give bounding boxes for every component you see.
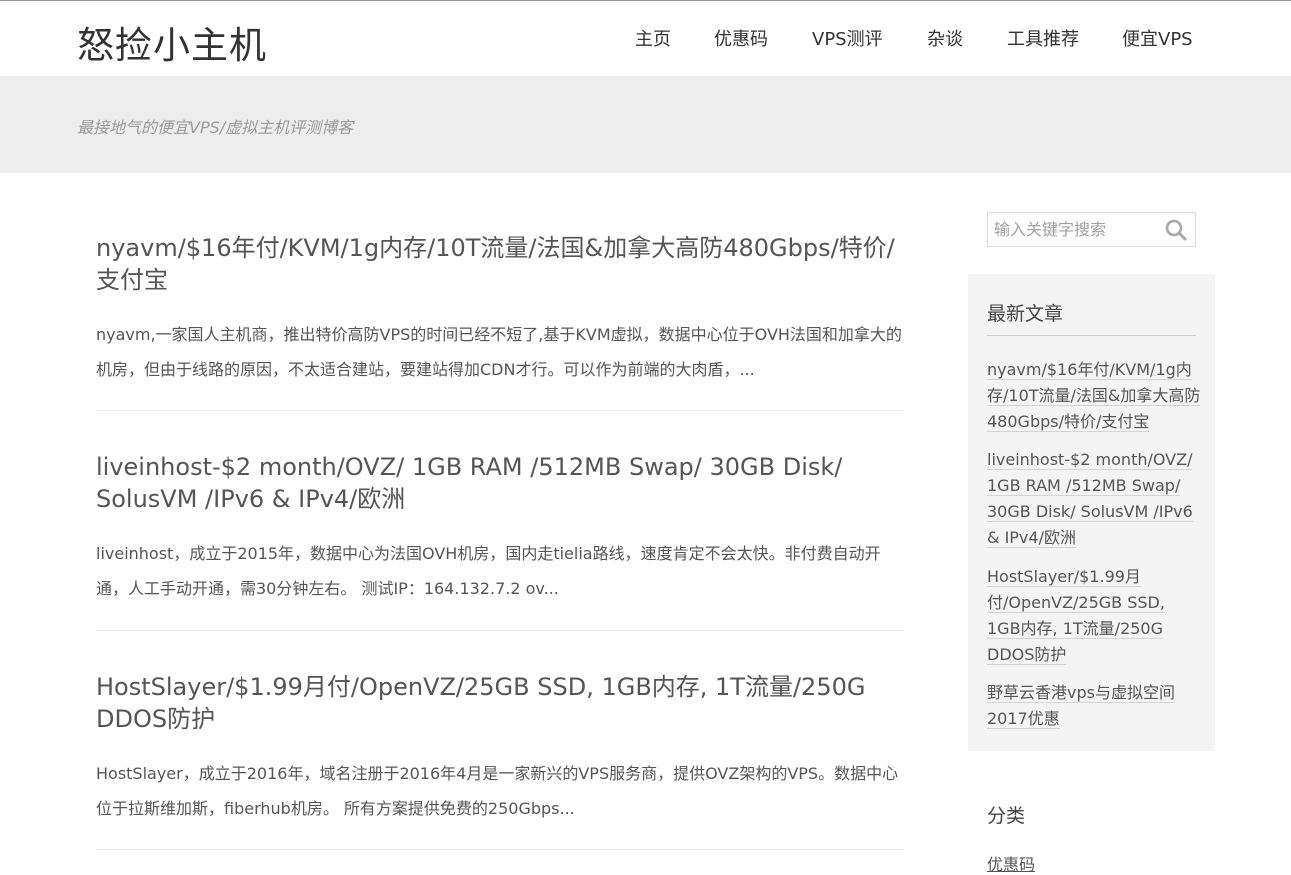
nav-tools[interactable]: 工具推荐 xyxy=(1007,25,1079,51)
post-title[interactable]: nyavm/$16年付/KVM/1g内存/10T流量/法国&加拿大高防480Gb… xyxy=(96,232,906,296)
search-icon[interactable] xyxy=(1164,218,1188,242)
search-form xyxy=(987,212,1196,247)
recent-post-item: nyavm/$16年付/KVM/1g内存/10T流量/法国&加拿大高防480Gb… xyxy=(987,357,1202,435)
post-title[interactable]: liveinhost-$2 month/OVZ/ 1GB RAM /512MB … xyxy=(96,451,906,515)
nav-vps-reviews[interactable]: VPS测评 xyxy=(812,25,883,51)
post-divider xyxy=(96,630,904,631)
recent-post-link[interactable]: 野草云香港vps与虚拟空间2017优惠 xyxy=(987,683,1175,729)
recent-posts-widget: 最新文章 nyavm/$16年付/KVM/1g内存/10T流量/法国&加拿大高防… xyxy=(968,274,1215,751)
nav-home[interactable]: 主页 xyxy=(635,25,671,51)
nav-misc[interactable]: 杂谈 xyxy=(927,25,963,51)
post-item: nyavm/$16年付/KVM/1g内存/10T流量/法国&加拿大高防480Gb… xyxy=(96,232,906,387)
recent-post-item: HostSlayer/$1.99月付/OpenVZ/25GB SSD, 1GB内… xyxy=(987,564,1202,668)
post-item: HostSlayer/$1.99月付/OpenVZ/25GB SSD, 1GB内… xyxy=(96,671,906,826)
main-nav: 主页 优惠码 VPS测评 杂谈 工具推荐 便宜VPS xyxy=(0,25,1291,53)
recent-post-link[interactable]: liveinhost-$2 month/OVZ/ 1GB RAM /512MB … xyxy=(987,450,1193,548)
post-item: liveinhost-$2 month/OVZ/ 1GB RAM /512MB … xyxy=(96,451,906,606)
post-divider xyxy=(96,410,904,411)
search-input[interactable] xyxy=(994,213,1159,246)
tagline-bar: 最接地气的便宜VPS/虚拟主机评测博客 xyxy=(0,76,1291,173)
recent-posts-title: 最新文章 xyxy=(987,303,1064,325)
category-link[interactable]: 优惠码 xyxy=(987,851,1035,875)
post-excerpt: nyavm,一家国人主机商，推出特价高防VPS的时间已经不短了,基于KVM虚拟，… xyxy=(96,325,902,379)
nav-coupons[interactable]: 优惠码 xyxy=(714,25,768,51)
recent-post-link[interactable]: nyavm/$16年付/KVM/1g内存/10T流量/法国&加拿大高防480Gb… xyxy=(987,360,1201,432)
site-tagline: 最接地气的便宜VPS/虚拟主机评测博客 xyxy=(77,118,354,137)
site-header: 怒捡小主机 主页 优惠码 VPS测评 杂谈 工具推荐 便宜VPS xyxy=(0,1,1291,76)
recent-post-link[interactable]: HostSlayer/$1.99月付/OpenVZ/25GB SSD, 1GB内… xyxy=(987,567,1165,665)
nav-cheap-vps[interactable]: 便宜VPS xyxy=(1122,25,1193,51)
recent-post-item: 野草云香港vps与虚拟空间2017优惠 xyxy=(987,680,1202,732)
post-divider xyxy=(96,849,904,850)
post-excerpt: liveinhost，成立于2015年，数据中心为法国OVH机房，国内走tiel… xyxy=(96,544,881,598)
recent-post-item: liveinhost-$2 month/OVZ/ 1GB RAM /512MB … xyxy=(987,447,1202,551)
post-title[interactable]: HostSlayer/$1.99月付/OpenVZ/25GB SSD, 1GB内… xyxy=(96,671,906,735)
categories-title: 分类 xyxy=(987,805,1026,827)
post-excerpt: HostSlayer，成立于2016年，域名注册于2016年4月是一家新兴的VP… xyxy=(96,764,899,818)
widget-divider xyxy=(987,335,1196,336)
